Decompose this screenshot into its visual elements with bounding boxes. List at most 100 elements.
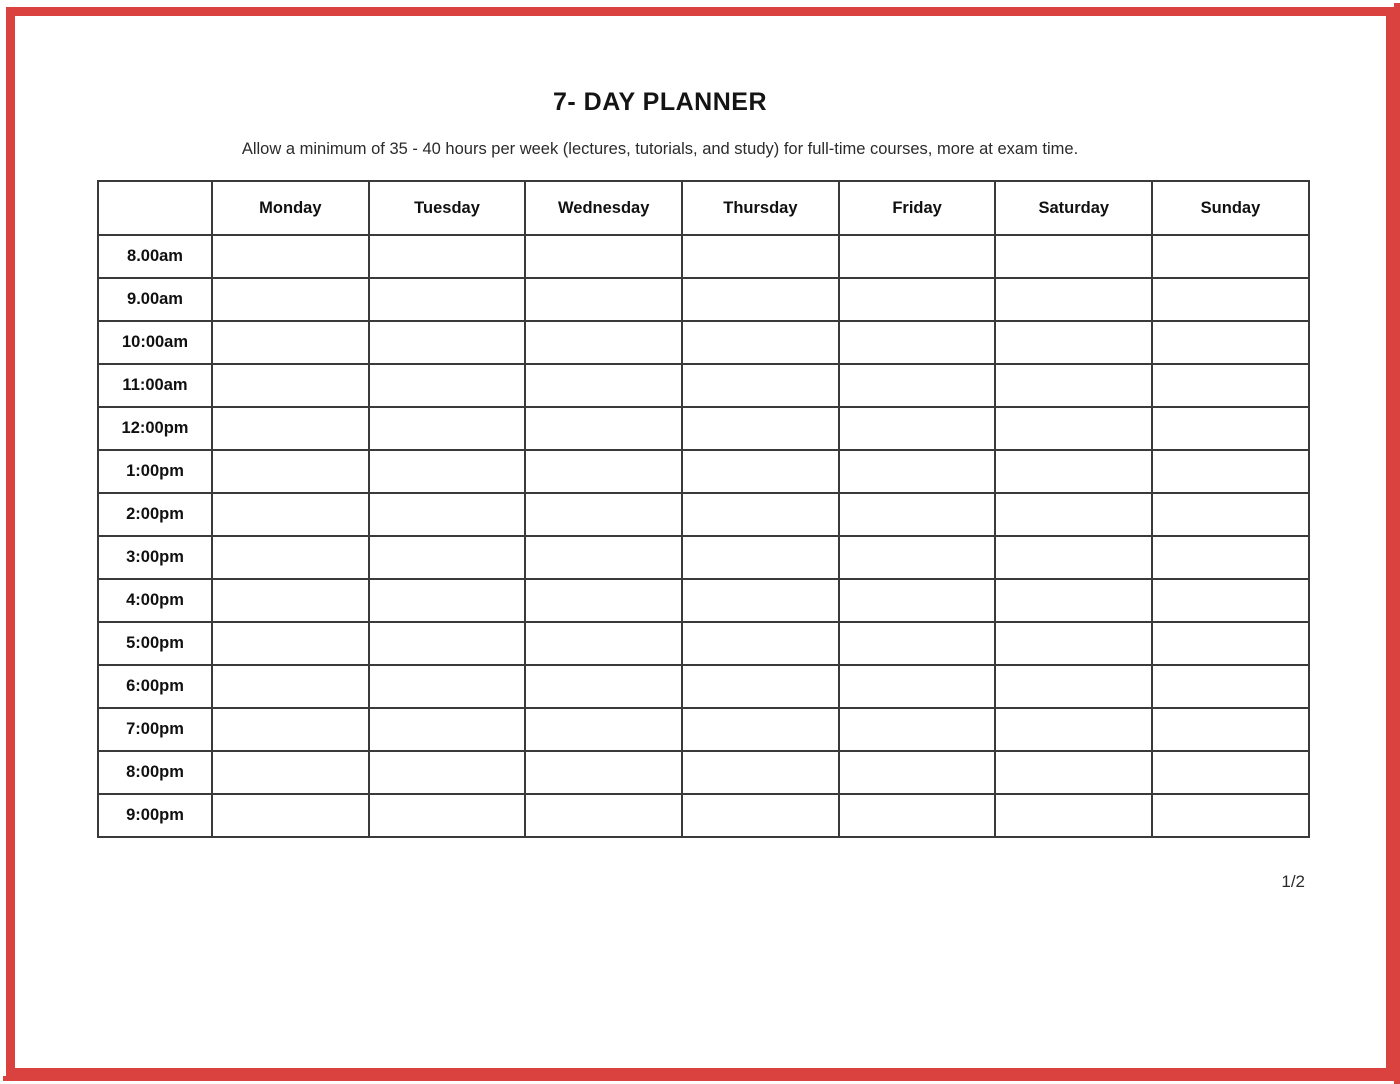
planner-slot-wednesday-6[interactable] [524,492,684,537]
planner-slot-monday-10[interactable] [211,664,370,709]
planner-slot-friday-4[interactable] [837,406,997,451]
planner-slot-tuesday-13[interactable] [367,793,527,838]
planner-slot-wednesday-5[interactable] [524,449,684,494]
planner-slot-saturday-0[interactable] [994,234,1154,279]
planner-slot-saturday-4[interactable] [994,406,1154,451]
planner-slot-friday-0[interactable] [837,234,997,279]
planner-slot-thursday-7[interactable] [681,535,840,580]
planner-slot-saturday-5[interactable] [994,449,1154,494]
planner-slot-wednesday-4[interactable] [524,406,684,451]
planner-slot-friday-10[interactable] [837,664,997,709]
planner-slot-monday-5[interactable] [211,449,370,494]
planner-slot-wednesday-9[interactable] [524,621,684,666]
time-label: 4:00pm [97,578,213,623]
planner-slot-wednesday-12[interactable] [524,750,684,795]
planner-slot-wednesday-0[interactable] [524,234,684,279]
planner-slot-thursday-0[interactable] [681,234,840,279]
planner-slot-tuesday-12[interactable] [367,750,527,795]
planner-slot-wednesday-11[interactable] [524,707,684,752]
planner-slot-friday-6[interactable] [837,492,997,537]
planner-slot-friday-13[interactable] [837,793,997,838]
planner-slot-tuesday-11[interactable] [367,707,527,752]
planner-slot-thursday-10[interactable] [681,664,840,709]
planner-slot-saturday-7[interactable] [994,535,1154,580]
planner-slot-friday-7[interactable] [837,535,997,580]
planner-slot-thursday-4[interactable] [681,406,840,451]
planner-slot-saturday-2[interactable] [994,320,1154,365]
planner-slot-saturday-10[interactable] [994,664,1154,709]
planner-slot-thursday-8[interactable] [681,578,840,623]
planner-slot-tuesday-8[interactable] [367,578,527,623]
planner-slot-thursday-6[interactable] [681,492,840,537]
planner-slot-tuesday-7[interactable] [367,535,527,580]
planner-slot-thursday-1[interactable] [681,277,840,322]
planner-slot-thursday-12[interactable] [681,750,840,795]
planner-slot-monday-3[interactable] [211,363,370,408]
planner-slot-thursday-11[interactable] [681,707,840,752]
planner-slot-friday-2[interactable] [837,320,997,365]
planner-slot-wednesday-7[interactable] [524,535,684,580]
planner-slot-sunday-0[interactable] [1151,234,1310,279]
planner-slot-monday-4[interactable] [211,406,370,451]
planner-slot-saturday-8[interactable] [994,578,1154,623]
planner-slot-friday-1[interactable] [837,277,997,322]
planner-slot-thursday-13[interactable] [681,793,840,838]
planner-slot-saturday-11[interactable] [994,707,1154,752]
planner-slot-tuesday-6[interactable] [367,492,527,537]
planner-slot-friday-8[interactable] [837,578,997,623]
planner-slot-saturday-3[interactable] [994,363,1154,408]
planner-slot-monday-7[interactable] [211,535,370,580]
planner-slot-wednesday-2[interactable] [524,320,684,365]
planner-slot-sunday-5[interactable] [1151,449,1310,494]
planner-slot-wednesday-8[interactable] [524,578,684,623]
planner-slot-monday-2[interactable] [211,320,370,365]
planner-slot-friday-11[interactable] [837,707,997,752]
planner-slot-monday-13[interactable] [211,793,370,838]
planner-slot-friday-9[interactable] [837,621,997,666]
planner-slot-sunday-4[interactable] [1151,406,1310,451]
planner-slot-saturday-1[interactable] [994,277,1154,322]
planner-slot-tuesday-5[interactable] [367,449,527,494]
planner-slot-sunday-13[interactable] [1151,793,1310,838]
planner-slot-monday-8[interactable] [211,578,370,623]
planner-slot-monday-6[interactable] [211,492,370,537]
planner-slot-monday-12[interactable] [211,750,370,795]
planner-slot-friday-5[interactable] [837,449,997,494]
planner-slot-monday-1[interactable] [211,277,370,322]
planner-slot-saturday-9[interactable] [994,621,1154,666]
planner-slot-sunday-10[interactable] [1151,664,1310,709]
planner-slot-sunday-1[interactable] [1151,277,1310,322]
planner-slot-saturday-12[interactable] [994,750,1154,795]
planner-slot-monday-0[interactable] [211,234,370,279]
planner-slot-sunday-2[interactable] [1151,320,1310,365]
planner-slot-saturday-13[interactable] [994,793,1154,838]
planner-slot-wednesday-13[interactable] [524,793,684,838]
planner-slot-monday-11[interactable] [211,707,370,752]
planner-slot-tuesday-1[interactable] [367,277,527,322]
planner-slot-thursday-5[interactable] [681,449,840,494]
planner-slot-sunday-6[interactable] [1151,492,1310,537]
planner-slot-thursday-3[interactable] [681,363,840,408]
planner-slot-sunday-3[interactable] [1151,363,1310,408]
planner-slot-friday-3[interactable] [837,363,997,408]
planner-slot-wednesday-1[interactable] [524,277,684,322]
planner-slot-wednesday-3[interactable] [524,363,684,408]
planner-slot-sunday-7[interactable] [1151,535,1310,580]
planner-slot-friday-12[interactable] [837,750,997,795]
planner-slot-sunday-9[interactable] [1151,621,1310,666]
planner-slot-tuesday-3[interactable] [367,363,527,408]
planner-slot-tuesday-2[interactable] [367,320,527,365]
planner-slot-sunday-11[interactable] [1151,707,1310,752]
planner-slot-thursday-2[interactable] [681,320,840,365]
planner-slot-tuesday-10[interactable] [367,664,527,709]
planner-slot-sunday-8[interactable] [1151,578,1310,623]
planner-slot-thursday-9[interactable] [681,621,840,666]
planner-slot-tuesday-9[interactable] [367,621,527,666]
planner-slot-saturday-6[interactable] [994,492,1154,537]
planner-slot-monday-9[interactable] [211,621,370,666]
planner-slot-tuesday-0[interactable] [367,234,527,279]
planner-slot-sunday-12[interactable] [1151,750,1310,795]
planner-slot-tuesday-4[interactable] [367,406,527,451]
page-title: 7- DAY PLANNER [553,88,767,116]
planner-slot-wednesday-10[interactable] [524,664,684,709]
